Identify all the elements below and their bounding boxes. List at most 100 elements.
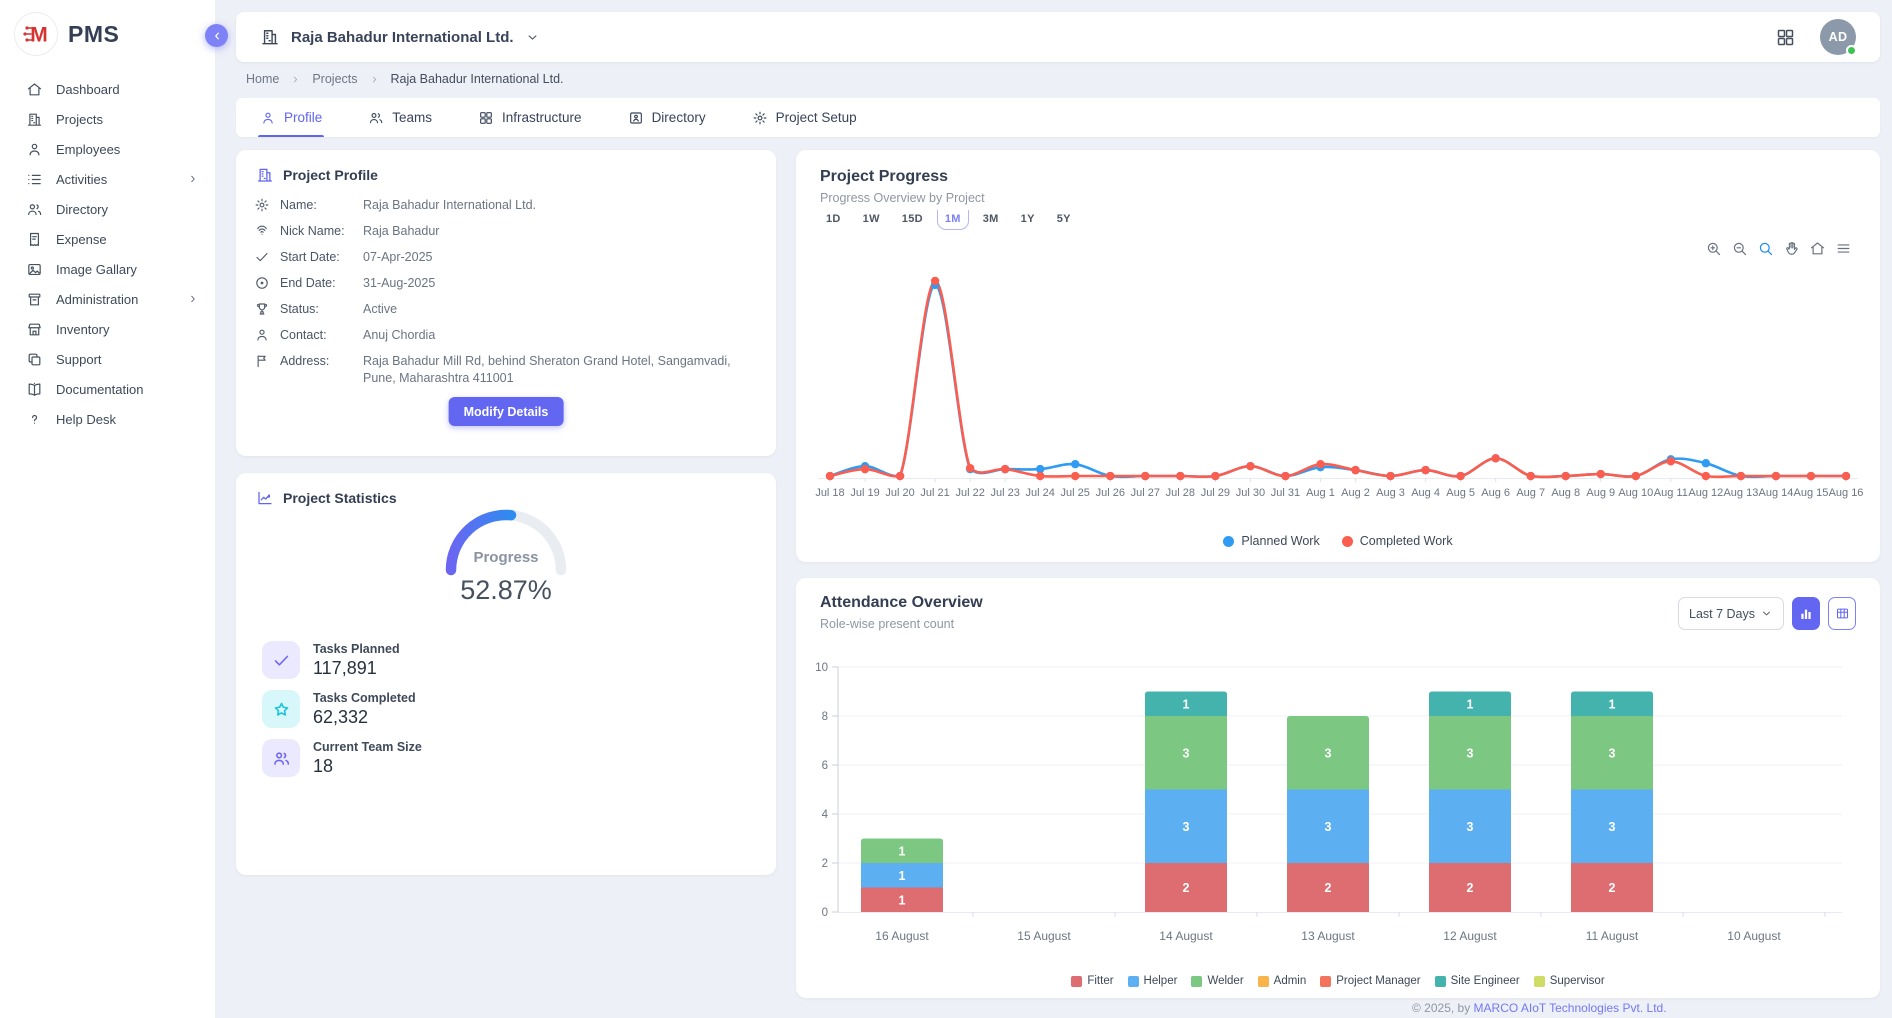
bar-value-label: 2 <box>1183 881 1190 895</box>
legend-item-helper[interactable]: Helper <box>1128 975 1178 987</box>
bar-value-label: 3 <box>1325 820 1332 834</box>
legend-label: Supervisor <box>1550 975 1605 987</box>
data-point <box>1106 472 1114 480</box>
sidebar-collapse-button[interactable] <box>205 24 228 47</box>
data-point <box>826 472 834 480</box>
legend-item-project-manager[interactable]: Project Manager <box>1320 975 1420 987</box>
stat-label: Tasks Planned <box>313 642 400 656</box>
tab-project-setup[interactable]: Project Setup <box>752 98 857 137</box>
legend-item-welder[interactable]: Welder <box>1191 975 1243 987</box>
logo-letter: M <box>30 24 48 47</box>
progress-card-title: Project Progress <box>796 150 1880 186</box>
x-axis-label: Jul 29 <box>1201 487 1230 499</box>
legend-swatch <box>1534 976 1545 987</box>
bar-view-button[interactable] <box>1792 597 1820 630</box>
data-point <box>1456 472 1464 480</box>
table-icon <box>1835 606 1850 621</box>
person-icon <box>260 110 276 126</box>
x-axis-label: 13 August <box>1301 929 1355 943</box>
legend-item-fitter[interactable]: Fitter <box>1071 975 1113 987</box>
breadcrumb: Home Projects Raja Bahadur International L… <box>246 72 564 86</box>
sidebar-item-help-desk[interactable]: Help Desk <box>0 404 215 434</box>
legend-label: Fitter <box>1087 975 1113 987</box>
sidebar-item-label: Expense <box>56 232 199 247</box>
sidebar-item-directory[interactable]: Directory <box>0 194 215 224</box>
legend-item-admin[interactable]: Admin <box>1258 975 1307 987</box>
chevron-left-icon <box>211 30 223 42</box>
legend-item-planned-work[interactable]: Planned Work <box>1223 534 1319 548</box>
data-point <box>1036 472 1044 480</box>
tab-infrastructure[interactable]: Infrastructure <box>478 98 582 137</box>
attendance-chart[interactable]: 024681011116 August15 August233114 Augus… <box>796 638 1880 968</box>
profile-field-row: Start Date:07-Apr-2025 <box>236 249 776 266</box>
trophy-icon <box>254 301 270 317</box>
data-point <box>1071 460 1079 468</box>
list-icon <box>26 171 43 188</box>
attendance-chart-legend: Fitter Helper Welder Admin Project Manager Si… <box>796 975 1880 987</box>
x-axis-label: Jul 23 <box>990 487 1019 499</box>
apps-grid-button[interactable] <box>1775 27 1796 48</box>
app-logo: M PMS <box>0 0 215 68</box>
sidebar-item-dashboard[interactable]: Dashboard <box>0 74 215 104</box>
company-name: Raja Bahadur International Ltd. <box>291 29 514 46</box>
bar-value-label: 1 <box>1609 697 1616 711</box>
home-icon <box>26 81 43 98</box>
store-icon <box>26 321 43 338</box>
y-axis-label: 6 <box>822 760 828 772</box>
sidebar-item-support[interactable]: Support <box>0 344 215 374</box>
profile-field-row: End Date:31-Aug-2025 <box>236 275 776 292</box>
modify-details-button[interactable]: Modify Details <box>449 397 564 426</box>
sidebar-item-employees[interactable]: Employees <box>0 134 215 164</box>
x-axis-label: Jul 27 <box>1131 487 1160 499</box>
profile-field-value: Raja Bahadur Mill Rd, behind Sheraton Gr… <box>363 353 735 387</box>
breadcrumb-item: Raja Bahadur International Ltd. <box>391 72 564 86</box>
sidebar-item-label: Help Desk <box>56 412 199 427</box>
legend-label: Planned Work <box>1241 534 1319 548</box>
legend-item-supervisor[interactable]: Supervisor <box>1534 975 1605 987</box>
x-axis-label: 15 August <box>1017 929 1071 943</box>
sidebar-item-administration[interactable]: Administration <box>0 284 215 314</box>
check-icon <box>262 641 300 679</box>
footer-company-link[interactable]: MARCO AIoT Technologies Pvt. Ltd. <box>1474 1001 1667 1015</box>
gauge-value: 52.87% <box>236 575 776 606</box>
sidebar-item-documentation[interactable]: Documentation <box>0 374 215 404</box>
data-point <box>1246 462 1254 470</box>
footer-copyright: © 2025, by <box>1412 1001 1474 1015</box>
profile-field-label: Start Date: <box>280 249 353 266</box>
x-axis-label: Jul 26 <box>1096 487 1125 499</box>
data-point <box>1737 472 1745 480</box>
sidebar-item-inventory[interactable]: Inventory <box>0 314 215 344</box>
table-view-button[interactable] <box>1828 597 1856 630</box>
legend-swatch <box>1191 976 1202 987</box>
data-point <box>1491 454 1499 462</box>
date-range-select[interactable]: Last 7 Days <box>1678 597 1784 630</box>
legend-item-site-engineer[interactable]: Site Engineer <box>1435 975 1520 987</box>
profile-field-row: Status:Active <box>236 301 776 318</box>
project-profile-card: Project Profile Name:Raja Bahadur Intern… <box>236 150 776 456</box>
data-point <box>1351 466 1359 474</box>
stat-row-tasks-completed: Tasks Completed62,332 <box>262 690 422 728</box>
stats-card-title-row: Project Statistics <box>236 473 776 507</box>
breadcrumb-item[interactable]: Projects <box>312 72 357 86</box>
project-progress-chart[interactable]: Jul 18Jul 19Jul 20Jul 21Jul 22Jul 23Jul … <box>796 220 1880 520</box>
legend-item-completed-work[interactable]: Completed Work <box>1342 534 1453 548</box>
sidebar-item-projects[interactable]: Projects <box>0 104 215 134</box>
tab-directory[interactable]: Directory <box>628 98 706 137</box>
sidebar-item-expense[interactable]: Expense <box>0 224 215 254</box>
bar-value-label: 1 <box>899 869 906 883</box>
sidebar-item-activities[interactable]: Activities <box>0 164 215 194</box>
building-icon <box>26 111 43 128</box>
x-axis-label: Aug 1 <box>1306 487 1335 499</box>
tab-teams[interactable]: Teams <box>368 98 432 137</box>
company-selector[interactable]: Raja Bahadur International Ltd. <box>260 27 540 47</box>
bar-value-label: 3 <box>1183 820 1190 834</box>
tab-profile[interactable]: Profile <box>260 98 322 137</box>
user-avatar[interactable]: AD <box>1820 19 1856 55</box>
data-point <box>896 472 904 480</box>
bar-value-label: 2 <box>1467 881 1474 895</box>
sidebar-item-image-gallary[interactable]: Image Gallary <box>0 254 215 284</box>
flag-icon <box>254 353 270 369</box>
bar-value-label: 1 <box>899 893 906 907</box>
y-axis-label: 8 <box>822 711 828 723</box>
breadcrumb-item[interactable]: Home <box>246 72 279 86</box>
